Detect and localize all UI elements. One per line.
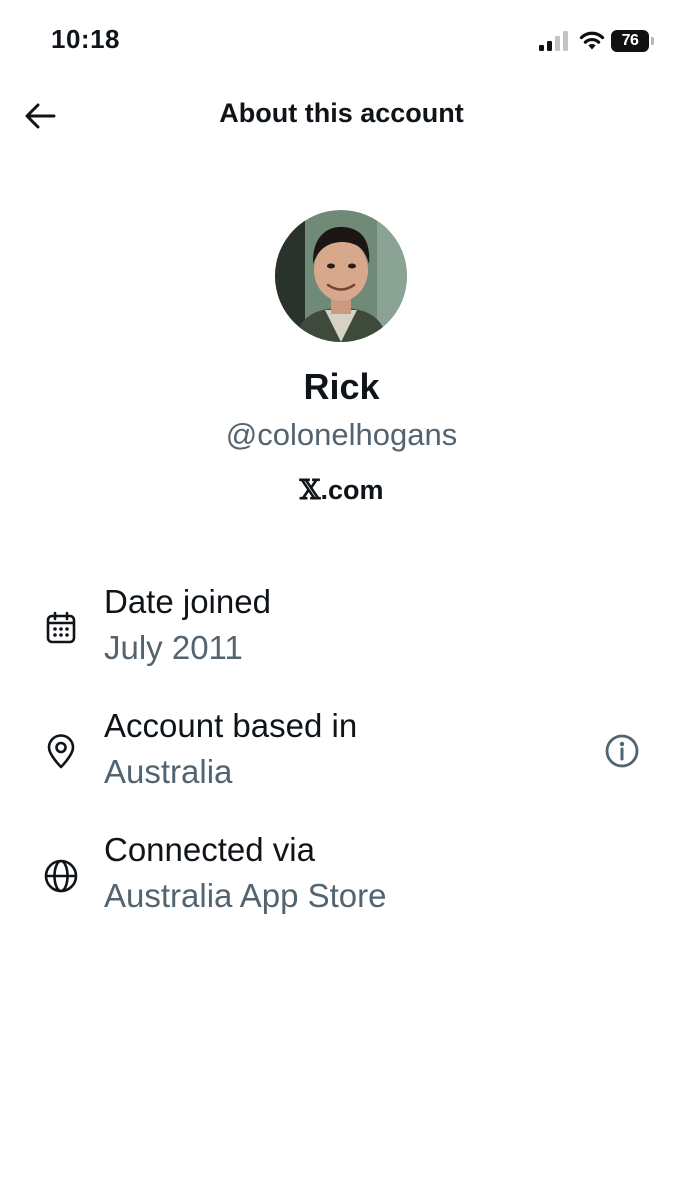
info-value: July 2011 <box>104 629 243 666</box>
info-value: Australia <box>104 753 233 790</box>
info-icon <box>605 734 639 768</box>
info-label: Date joined <box>104 583 271 620</box>
calendar-icon <box>40 607 82 649</box>
x-logo-glyph: 𝕏 <box>299 475 321 506</box>
info-label: Connected via <box>104 831 315 868</box>
battery-level: 76 <box>611 30 649 52</box>
location-pin-icon <box>40 731 82 773</box>
domain-suffix: .com <box>320 475 384 505</box>
header: About this account <box>0 80 683 152</box>
profile-handle: @colonelhogans <box>225 417 458 452</box>
page-title: About this account <box>219 98 464 128</box>
status-time: 10:18 <box>51 24 120 54</box>
avatar-image <box>275 210 407 342</box>
profile-name: Rick <box>303 366 380 407</box>
wifi-icon <box>579 31 605 50</box>
battery-icon: 76 <box>611 30 656 52</box>
cellular-signal-icon <box>539 31 568 51</box>
info-item-date-joined: Date joined July 2011 <box>0 583 683 683</box>
info-label: Account based in <box>104 707 358 744</box>
avatar[interactable] <box>275 210 407 342</box>
info-item-connected-via: Connected via Australia App Store <box>0 831 683 931</box>
info-button[interactable] <box>598 727 646 775</box>
globe-icon <box>40 855 82 897</box>
profile-domain: 𝕏.com <box>0 475 683 506</box>
status-bar: 10:18 76 <box>0 0 683 80</box>
info-value: Australia App Store <box>104 877 387 914</box>
info-item-account-based-in: Account based in Australia <box>0 707 683 807</box>
